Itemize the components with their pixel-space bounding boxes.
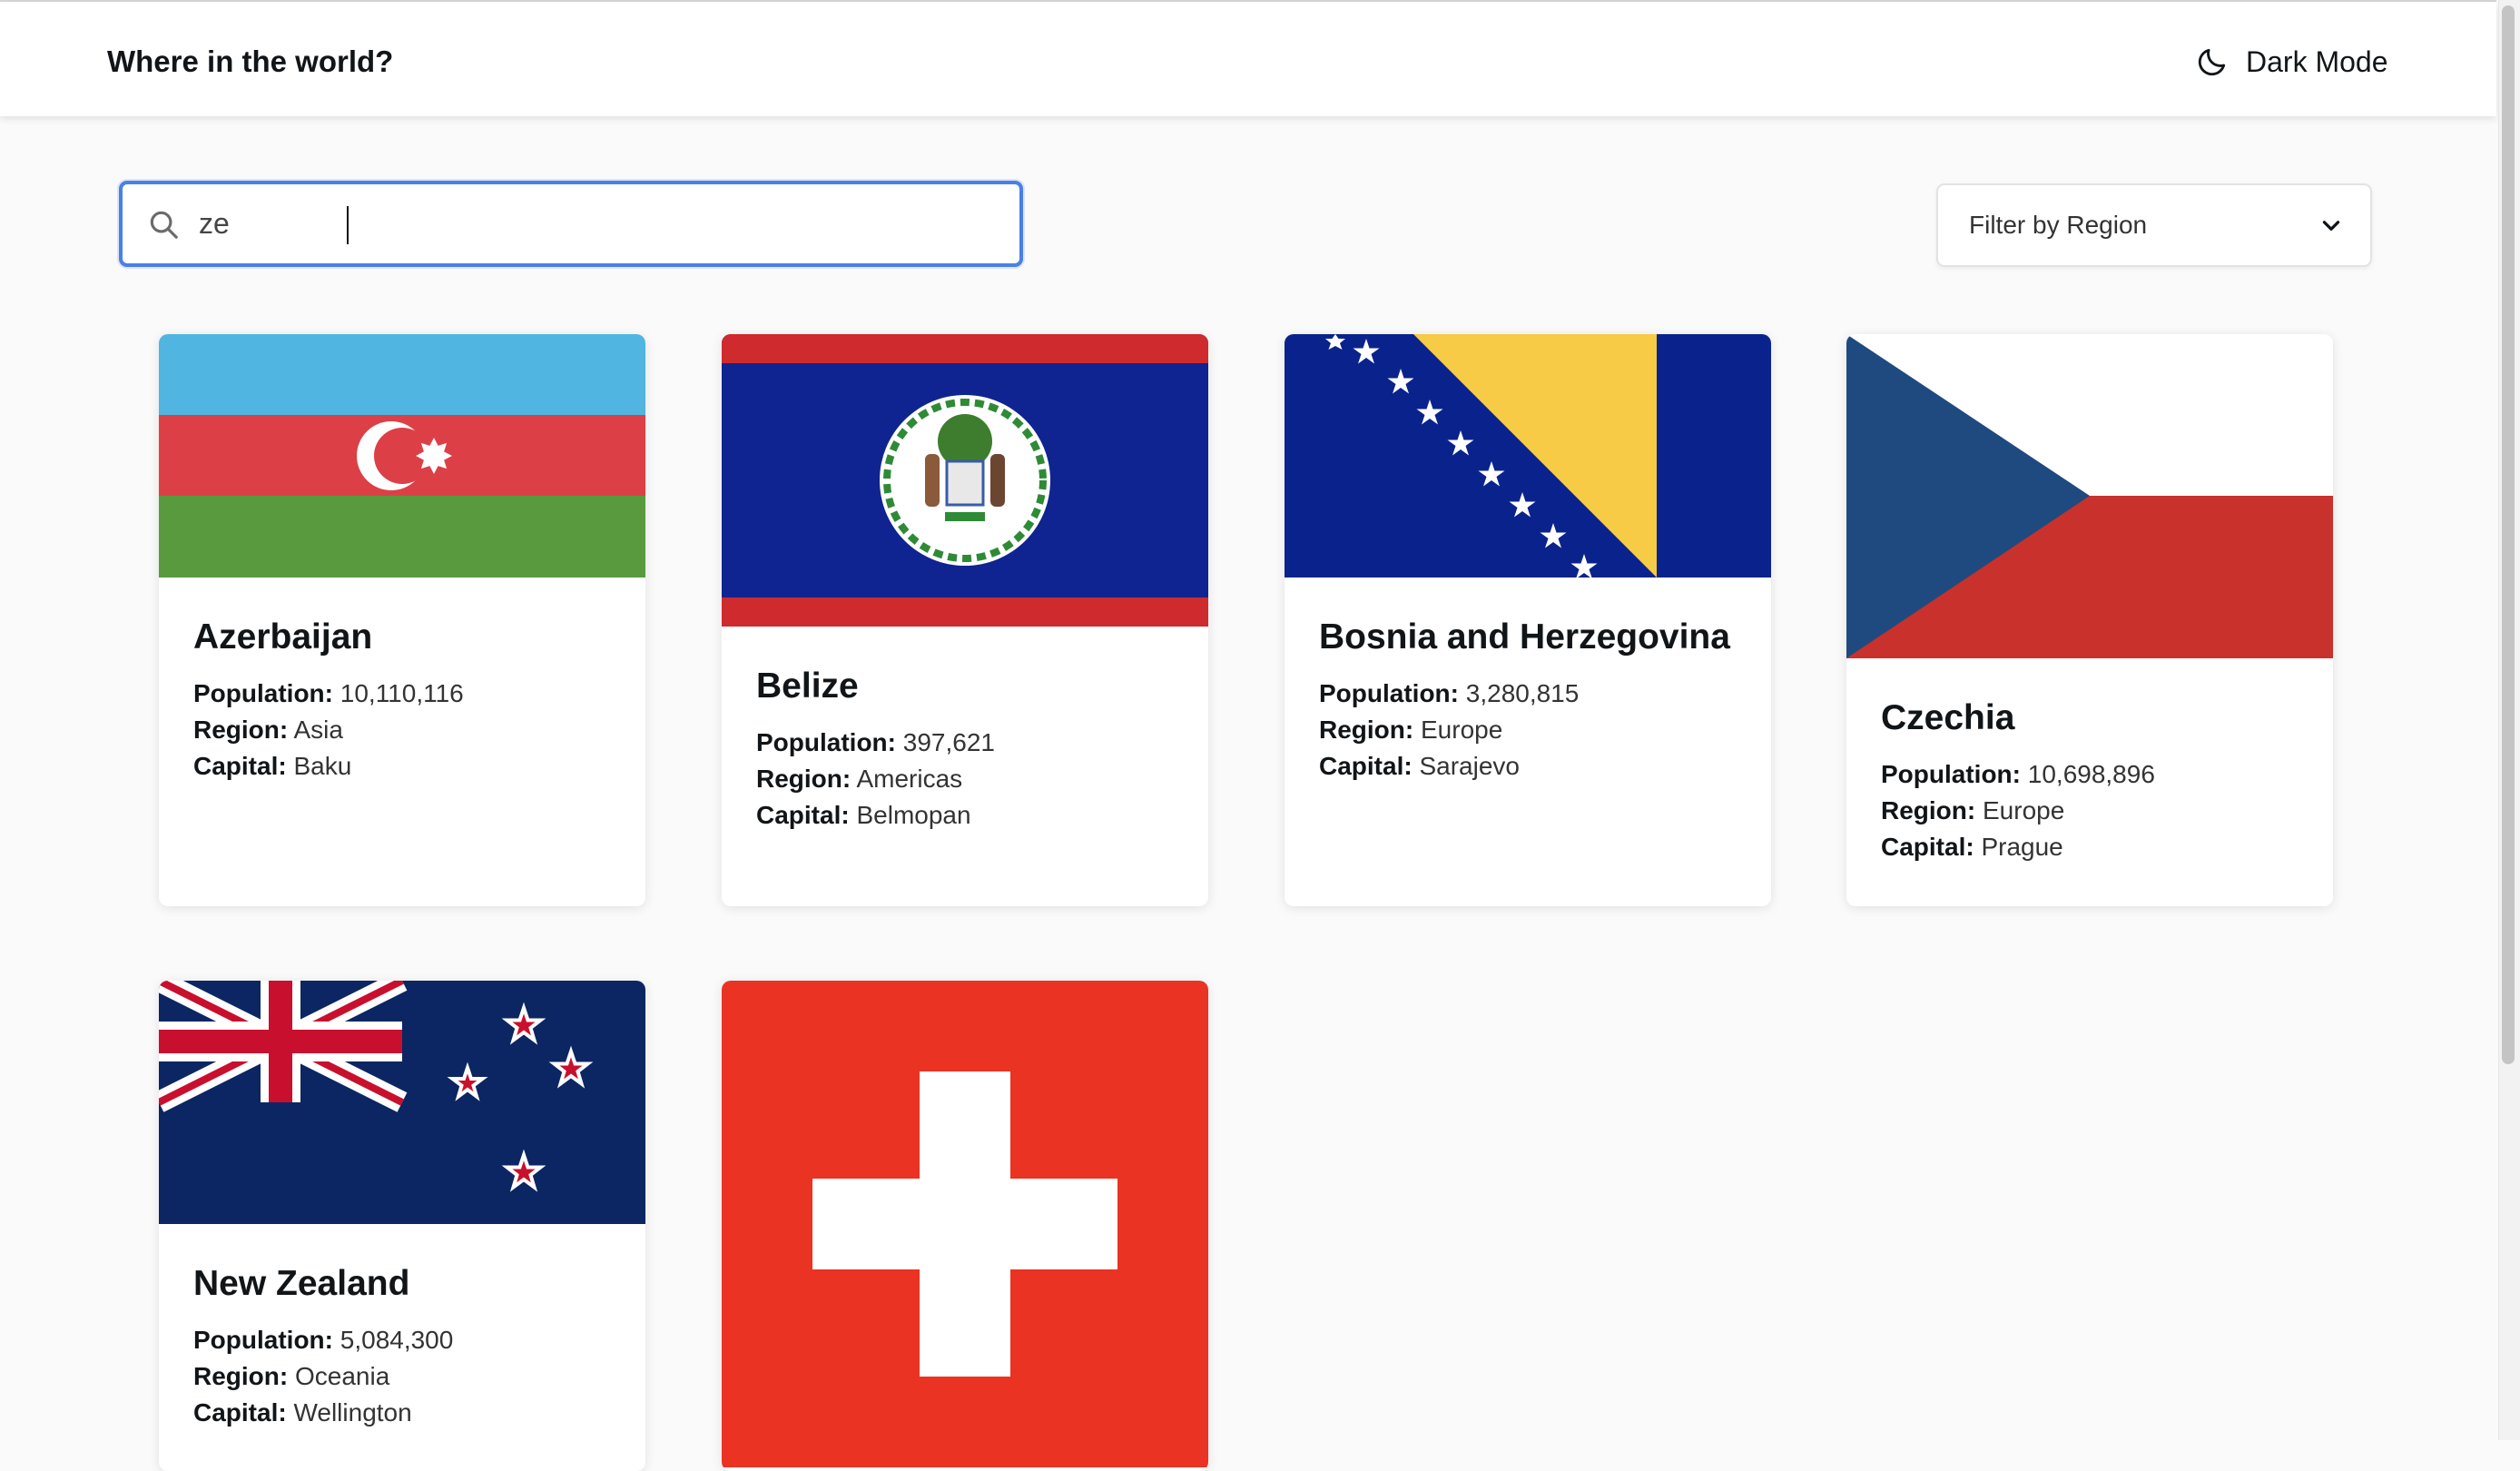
population-label: Population: [193,1326,333,1354]
region-line: Region: Americas [756,761,1174,797]
region-line: Region: Asia [193,712,611,748]
flag-image-bosnia-and-herzegovina [1285,334,1771,578]
population-value: 5,084,300 [340,1326,454,1354]
capital-line: Capital: Belmopan [756,797,1174,834]
scrollbar-thumb[interactable] [2502,5,2515,1064]
search-icon [150,211,178,239]
population-line: Population: 10,110,116 [193,676,611,712]
capital-label: Capital: [1881,833,1974,861]
country-card-bosnia-and-herzegovina[interactable]: Bosnia and Herzegovina Population: 3,280… [1285,334,1771,906]
country-name: Bosnia and Herzegovina [1319,617,1730,657]
region-value: Asia [293,716,343,744]
search-box[interactable] [119,181,1023,267]
population-value: 10,698,896 [2027,760,2155,788]
chevron-down-icon [2322,221,2340,231]
region-line: Region: Europe [1881,793,2299,829]
capital-line: Capital: Prague [1881,829,2299,865]
app-header: Where in the world? Dark Mode [0,2,2496,116]
flag-image-czechia [1846,334,2333,658]
population-line: Population: 10,698,896 [1881,756,2299,793]
dark-mode-label: Dark Mode [2246,44,2388,78]
country-card-belize[interactable]: Belize Population: 397,621 Region: Ameri… [722,334,1208,906]
region-label: Region: [1319,716,1414,744]
population-label: Population: [1881,760,2021,788]
country-card-new-zealand[interactable]: New Zealand Population: 5,084,300 Region… [159,981,645,1471]
capital-value: Prague [1981,833,2063,861]
capital-label: Capital: [193,752,287,780]
capital-line: Capital: Wellington [193,1395,611,1431]
capital-line: Capital: Baku [193,748,611,785]
capital-label: Capital: [193,1398,287,1427]
region-label: Region: [1881,796,1976,824]
region-filter-dropdown[interactable]: Filter by Region [1936,183,2372,267]
region-label: Region: [193,716,289,744]
capital-value: Belmopan [856,801,971,829]
region-value: Europe [1983,796,2065,824]
region-value: Americas [856,765,963,793]
country-name: Azerbaijan [193,617,373,657]
flag-image-azerbaijan [159,334,645,578]
population-label: Population: [756,728,896,756]
capital-value: Baku [293,752,352,780]
country-card-azerbaijan[interactable]: Azerbaijan Population: 10,110,116 Region… [159,334,645,906]
country-card-switzerland[interactable] [722,981,1208,1471]
search-input[interactable] [199,207,979,241]
flag-image-switzerland [722,981,1208,1467]
capital-line: Capital: Sarajevo [1319,748,1737,785]
moon-icon [2198,48,2226,76]
region-line: Region: Oceania [193,1358,611,1395]
region-value: Europe [1421,716,1503,744]
country-name: New Zealand [193,1264,410,1303]
dark-mode-toggle[interactable]: Dark Mode [2195,42,2388,82]
population-value: 10,110,116 [340,679,464,707]
population-line: Population: 397,621 [756,725,1174,761]
country-card-czechia[interactable]: Czechia Population: 10,698,896 Region: E… [1846,334,2333,906]
population-label: Population: [1319,679,1459,707]
capital-label: Capital: [1319,752,1413,780]
text-caret [347,206,349,244]
population-value: 3,280,815 [1465,679,1580,707]
region-filter-label: Filter by Region [1969,211,2148,239]
population-label: Population: [193,679,333,707]
capital-value: Sarajevo [1419,752,1520,780]
region-value: Oceania [295,1362,390,1390]
capital-label: Capital: [756,801,850,829]
population-line: Population: 5,084,300 [193,1322,611,1358]
flag-image-new-zealand [159,981,645,1224]
region-label: Region: [756,765,851,793]
capital-value: Wellington [293,1398,412,1427]
region-label: Region: [193,1362,289,1390]
country-name: Czechia [1881,698,2015,737]
population-line: Population: 3,280,815 [1319,676,1737,712]
flag-image-belize [722,334,1208,627]
country-name: Belize [756,666,859,706]
population-value: 397,621 [902,728,995,756]
region-line: Region: Europe [1319,712,1737,748]
app-title: Where in the world? [107,44,394,78]
